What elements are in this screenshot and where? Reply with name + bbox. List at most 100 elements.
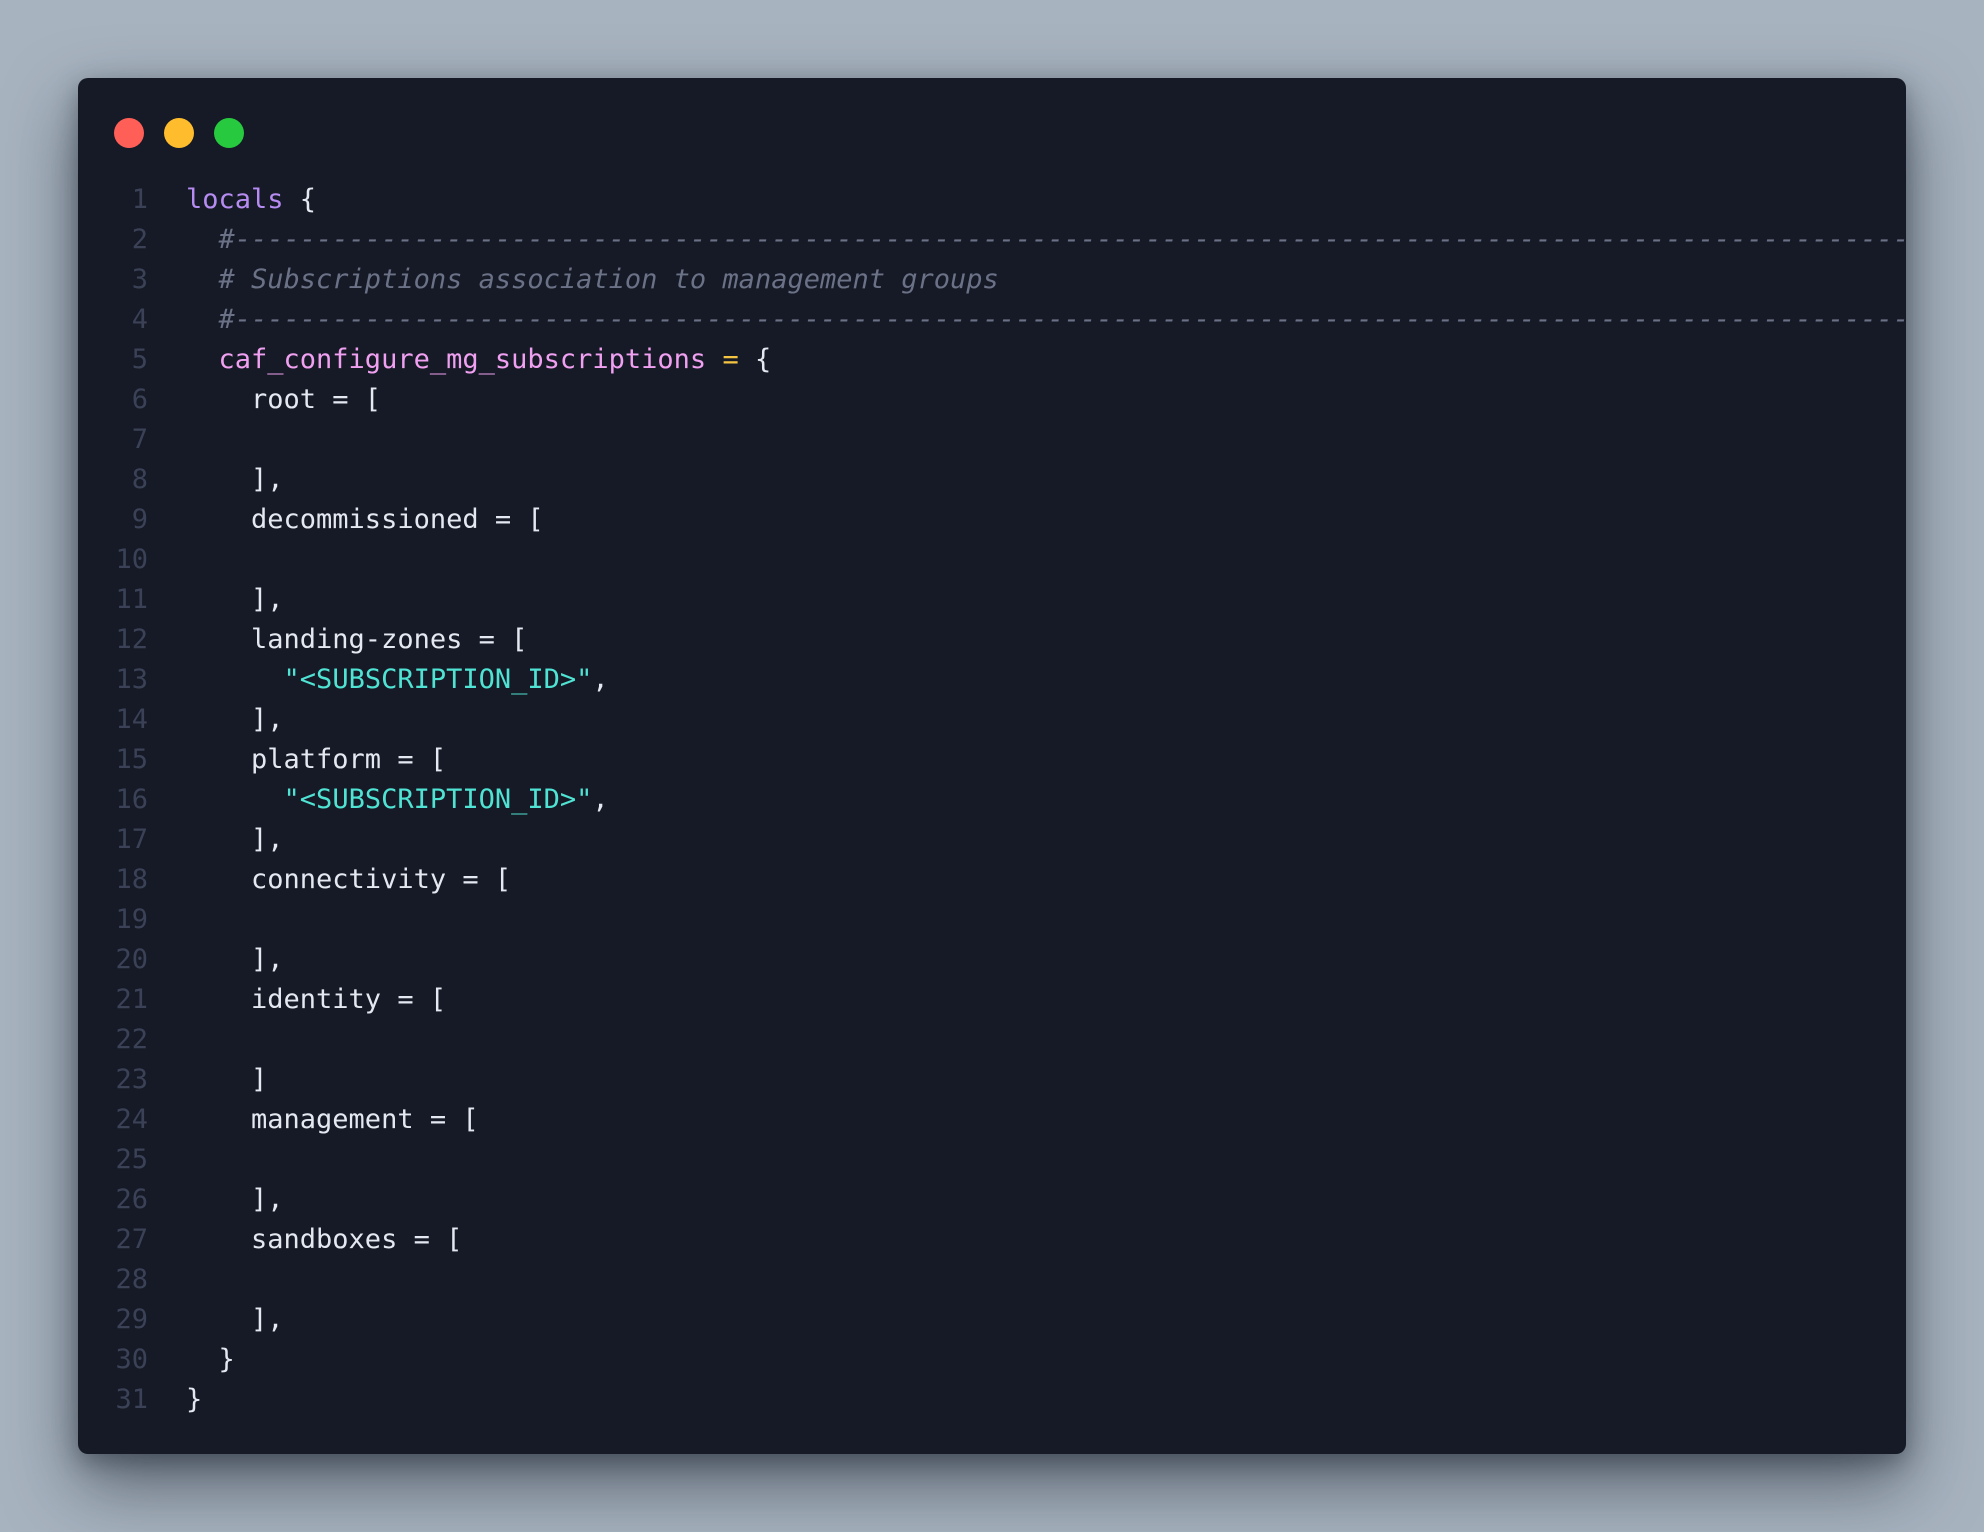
line-source: ], [148,1300,284,1340]
code-token: ], [186,1184,284,1215]
code-token: ], [186,824,284,855]
code-line: 21 identity = [ [78,980,1906,1020]
code-token: ], [186,1304,284,1335]
code-token: ] [186,1064,268,1095]
line-number: 18 [115,864,148,895]
line-number: 25 [115,1144,148,1175]
code-token: { [738,344,772,375]
line-source [148,1140,186,1180]
code-line: 1 locals { [78,180,1906,220]
code-token: { [283,184,317,215]
code-line: 22 [78,1020,1906,1060]
line-number: 13 [115,664,148,695]
code-token: ], [186,464,284,495]
code-token: #---------------------------------------… [186,224,1907,255]
code-token: ], [186,584,284,615]
line-source: management = [ [148,1100,479,1140]
line-source [148,900,186,940]
code-line: 6 root = [ [78,380,1906,420]
line-source: sandboxes = [ [148,1220,462,1260]
line-source: root = [ [148,380,381,420]
code-line: 29 ], [78,1300,1906,1340]
line-source: identity = [ [148,980,446,1020]
line-number: 1 [131,184,148,215]
line-number: 30 [115,1344,148,1375]
line-source: caf_configure_mg_subscriptions = { [148,340,772,380]
line-source: #---------------------------------------… [148,300,1907,340]
code-line: 13 "<SUBSCRIPTION_ID>", [78,660,1906,700]
line-number: 16 [115,784,148,815]
line-number: 4 [131,304,148,335]
line-number: 19 [115,904,148,935]
code-token: #---------------------------------------… [186,304,1907,335]
code-line: 27 sandboxes = [ [78,1220,1906,1260]
code-token: "<SUBSCRIPTION_ID>" [283,784,593,815]
line-source: # Subscriptions association to managemen… [148,260,999,300]
code-line: 26 ], [78,1180,1906,1220]
code-token: decommissioned = [ [186,504,544,535]
line-source: decommissioned = [ [148,500,544,540]
line-number: 17 [115,824,148,855]
line-number: 29 [115,1304,148,1335]
line-source [148,540,186,580]
code-line: 16 "<SUBSCRIPTION_ID>", [78,780,1906,820]
line-number: 7 [131,424,148,455]
code-line: 5 caf_configure_mg_subscriptions = { [78,340,1906,380]
code-line: 10 [78,540,1906,580]
line-number: 3 [131,264,148,295]
code-token: } [186,1344,235,1375]
line-source: "<SUBSCRIPTION_ID>", [148,780,609,820]
code-line: 25 [78,1140,1906,1180]
window-controls [114,118,244,150]
code-line: 14 ], [78,700,1906,740]
code-line: 11 ], [78,580,1906,620]
line-number: 6 [131,384,148,415]
code-token: = [722,344,739,375]
code-token: , [592,784,609,815]
maximize-button[interactable] [214,118,244,148]
code-line: 19 [78,900,1906,940]
code-line: 28 [78,1260,1906,1300]
code-token: management = [ [186,1104,479,1135]
line-number: 12 [115,624,148,655]
code-line: 15 platform = [ [78,740,1906,780]
line-source [148,1020,186,1060]
line-source: ] [148,1060,267,1100]
line-source [148,420,186,460]
code-window: 1 locals {2 #----------------------------… [78,78,1906,1454]
minimize-button[interactable] [164,118,194,148]
code-token: ], [186,944,284,975]
close-button[interactable] [114,118,144,148]
line-number: 20 [115,944,148,975]
line-source: } [148,1340,235,1380]
code-token: "<SUBSCRIPTION_ID>" [283,664,593,695]
code-editor[interactable]: 1 locals {2 #----------------------------… [78,180,1906,1420]
line-number: 10 [115,544,148,575]
line-source: platform = [ [148,740,446,780]
line-number: 24 [115,1104,148,1135]
code-line: 20 ], [78,940,1906,980]
line-number: 14 [115,704,148,735]
line-source: "<SUBSCRIPTION_ID>", [148,660,609,700]
code-line: 9 decommissioned = [ [78,500,1906,540]
line-number: 28 [115,1264,148,1295]
line-source [148,1260,186,1300]
code-line: 2 #-------------------------------------… [78,220,1906,260]
line-source: ], [148,1180,284,1220]
line-source: #---------------------------------------… [148,220,1907,260]
line-number: 23 [115,1064,148,1095]
code-line: 24 management = [ [78,1100,1906,1140]
code-line: 8 ], [78,460,1906,500]
code-token: , [592,664,609,695]
line-source: ], [148,820,284,860]
line-source: ], [148,460,284,500]
code-line: 18 connectivity = [ [78,860,1906,900]
code-token: ], [186,704,284,735]
line-number: 11 [115,584,148,615]
line-number: 5 [131,344,148,375]
code-line: 31} [78,1380,1906,1420]
line-number: 9 [131,504,148,535]
